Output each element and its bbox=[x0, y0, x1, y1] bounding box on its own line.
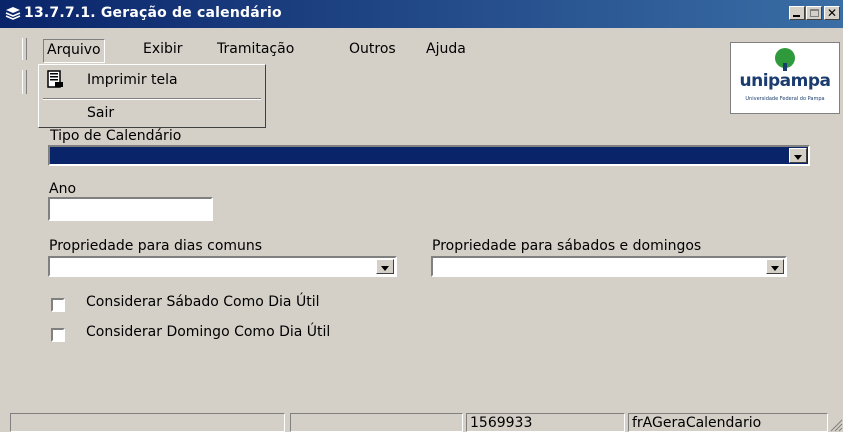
status-pane-1 bbox=[10, 413, 285, 432]
menubar-grip[interactable] bbox=[22, 38, 27, 60]
ano-input[interactable] bbox=[48, 197, 213, 221]
prop-comuns-label: Propriedade para dias comuns bbox=[49, 238, 263, 254]
resize-grip-icon[interactable] bbox=[829, 418, 843, 432]
minimize-icon bbox=[793, 15, 800, 17]
menu-ajuda[interactable]: Ajuda bbox=[426, 41, 466, 57]
menu-item-imprimir[interactable]: Imprimir tela bbox=[87, 72, 178, 88]
prop-fds-dropdown-button[interactable] bbox=[766, 259, 784, 274]
menu-item-sair[interactable]: Sair bbox=[87, 105, 114, 121]
status-pane-3: 1569933 bbox=[466, 413, 625, 432]
prop-comuns-dropdown-button[interactable] bbox=[376, 259, 394, 274]
prop-comuns-select[interactable] bbox=[48, 256, 397, 277]
app-window: 13.7.7.1. Geração de calendário ✕ Arquiv… bbox=[0, 0, 843, 432]
logo-subtitle: Universidade Federal do Pampa bbox=[745, 96, 825, 102]
close-button[interactable]: ✕ bbox=[824, 6, 840, 20]
menu-outros[interactable]: Outros bbox=[349, 41, 396, 57]
maximize-icon bbox=[810, 9, 819, 17]
status-pane-2 bbox=[290, 413, 463, 432]
status-pane-4: frAGeraCalendario bbox=[628, 413, 828, 432]
menu-separator bbox=[43, 98, 261, 100]
unipampa-logo: unipampa Universidade Federal do Pampa bbox=[730, 42, 840, 114]
maximize-button[interactable] bbox=[806, 6, 822, 20]
menu-arquivo[interactable]: Arquivo bbox=[43, 39, 105, 63]
chk-domingo-checkbox[interactable] bbox=[51, 328, 65, 342]
tipo-calendario-select[interactable] bbox=[48, 145, 810, 166]
arquivo-menu-dropdown: Imprimir tela Sair bbox=[38, 64, 266, 128]
minimize-button[interactable] bbox=[789, 6, 805, 20]
logo-name: unipampa bbox=[739, 71, 831, 91]
prop-fds-select[interactable] bbox=[431, 256, 787, 277]
menu-tramitacao[interactable]: Tramitação bbox=[217, 41, 294, 57]
tipo-calendario-dropdown-button[interactable] bbox=[789, 148, 807, 163]
close-icon: ✕ bbox=[826, 6, 838, 20]
chk-domingo-label[interactable]: Considerar Domingo Como Dia Útil bbox=[86, 324, 330, 340]
chk-sabado-checkbox[interactable] bbox=[51, 298, 65, 312]
logo-tree-icon bbox=[775, 48, 795, 71]
toolbar-grip[interactable] bbox=[22, 70, 27, 94]
prop-fds-label: Propriedade para sábados e domingos bbox=[432, 238, 702, 254]
window-title: 13.7.7.1. Geração de calendário bbox=[24, 5, 282, 21]
menu-exibir[interactable]: Exibir bbox=[143, 41, 183, 57]
tipo-calendario-label: Tipo de Calendário bbox=[50, 128, 182, 144]
chk-sabado-label[interactable]: Considerar Sábado Como Dia Útil bbox=[86, 294, 319, 310]
title-bar: 13.7.7.1. Geração de calendário ✕ bbox=[0, 0, 843, 28]
ano-label: Ano bbox=[49, 181, 77, 197]
printer-icon bbox=[47, 70, 63, 88]
app-stack-icon bbox=[5, 7, 21, 20]
